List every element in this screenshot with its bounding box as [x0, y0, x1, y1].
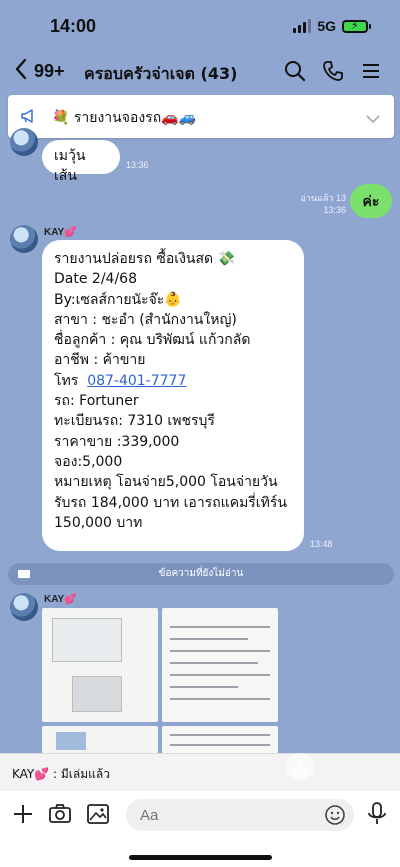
unread-divider-label: ข้อความที่ยังไม่อ่าน [158, 568, 244, 579]
network-label: 5G [317, 18, 336, 34]
message-input-wrapper [126, 799, 354, 831]
report-line: จอง:5,000 [54, 453, 123, 470]
id-card-image [52, 618, 122, 662]
tag-icon [18, 570, 30, 578]
sender-label: KAY [44, 227, 65, 238]
microphone-icon[interactable] [366, 801, 388, 831]
report-line: ราคาขาย :339,000 [54, 433, 180, 450]
message-text: ค่ะ [362, 194, 380, 210]
thumbnail-image [56, 732, 86, 750]
phone-call-icon[interactable] [322, 60, 346, 84]
document-line [170, 744, 270, 746]
last-message-preview[interactable]: KAY💕 : มีเล่มแล้ว [0, 753, 400, 791]
preview-sender: KAY [12, 767, 35, 781]
preview-text: KAY💕 : มีเล่มแล้ว [12, 765, 110, 784]
report-message-bubble[interactable]: รายงานปล่อยรถ ซื้อเงินสด 💸 Date 2/4/68 B… [42, 240, 304, 551]
report-line: รับรถ 184,000 บาท เอารถแคมรี่เทิร์น [54, 494, 287, 511]
emoji-icon[interactable] [324, 804, 346, 830]
preview-message: : มีเล่มแล้ว [49, 767, 110, 781]
heart-emoji: 💕 [64, 594, 77, 605]
document-line [170, 662, 258, 664]
document-line [170, 626, 270, 628]
report-line: อาชีพ : ค้าขาย [54, 352, 146, 369]
sender-label: KAY [44, 594, 65, 605]
document-line [170, 638, 248, 640]
chevron-down-icon[interactable] [366, 109, 380, 128]
message-text: เมวุ้นเส้น [54, 148, 86, 185]
report-line: ทะเบียนรถ: 7310 เพชรบุรี [54, 413, 215, 430]
report-line: รายงานปล่อยรถ ซื้อเงินสด 💸 [54, 251, 235, 267]
document-line [170, 686, 238, 688]
avatar[interactable] [10, 225, 38, 253]
sender-name: KAY💕 [44, 594, 77, 605]
avatar[interactable] [10, 593, 38, 621]
menu-icon[interactable] [360, 60, 384, 84]
message-time: 13:36 [126, 160, 149, 170]
report-line: หมายเหตุ โอนจ่าย5,000 โอนจ่ายวัน [54, 474, 278, 491]
announcement-text: 💐 รายงานจองรถ🚗🚙 [52, 110, 197, 126]
report-line: สาขา : ชะอำ (สำนักงานใหญ่) [54, 311, 237, 328]
search-icon[interactable] [284, 60, 308, 84]
camera-icon[interactable] [48, 803, 72, 829]
report-line: รถ: Fortuner [54, 393, 139, 410]
message-input[interactable] [140, 799, 320, 831]
back-icon[interactable] [14, 58, 28, 86]
chat-header: 99+ ครอบครัวจ่าเจต (43) [0, 54, 400, 90]
status-bar: 14:00 5G ⚡ [0, 0, 400, 54]
document-line [170, 650, 270, 652]
phone-line: โทร 087-401-7777 [54, 371, 292, 391]
phone-label: โทร [54, 372, 79, 389]
report-line: Date 2/4/68 [54, 271, 137, 288]
report-line: 150,000 บาท [54, 514, 143, 531]
my-message-bubble[interactable]: ค่ะ [350, 184, 392, 218]
document-line [170, 734, 270, 736]
card-back-image [72, 676, 122, 712]
avatar[interactable] [10, 128, 38, 156]
message-time: 13:36 [323, 204, 346, 215]
share-icon [294, 759, 306, 774]
chat-title[interactable]: ครอบครัวจ่าเจต (43) [84, 62, 237, 87]
read-label: อ่านแล้ว 13 [300, 193, 347, 203]
megaphone-icon [20, 107, 38, 129]
heart-emoji: 💕 [64, 227, 77, 238]
home-indicator [129, 855, 272, 860]
document-line [170, 698, 270, 700]
image-icon[interactable] [86, 803, 110, 829]
photo-attachment[interactable] [42, 608, 158, 722]
read-receipt: อ่านแล้ว 13 13:36 [290, 193, 347, 216]
sender-name: KAY💕 [44, 227, 77, 238]
plus-icon[interactable] [12, 803, 34, 829]
status-indicators: 5G ⚡ [293, 18, 371, 34]
signal-icon [293, 19, 312, 33]
phone-link[interactable]: 087-401-7777 [87, 373, 186, 389]
share-button[interactable] [286, 753, 314, 781]
photo-attachment[interactable] [162, 608, 278, 722]
document-line [170, 674, 270, 676]
unread-count[interactable]: 99+ [34, 61, 65, 82]
photo-attachment[interactable] [162, 726, 278, 754]
heart-emoji: 💕 [34, 767, 50, 781]
report-line: ชื่อลูกค้า : คุณ บริพัฒน์ แก้วกลัด [54, 332, 251, 349]
announcement-banner[interactable]: 💐 รายงานจองรถ🚗🚙 [8, 95, 394, 138]
battery-icon: ⚡ [342, 19, 371, 33]
message-bubble[interactable]: เมวุ้นเส้น [42, 140, 120, 184]
message-time: 13:48 [310, 539, 333, 549]
unread-divider: ข้อความที่ยังไม่อ่าน [8, 563, 394, 585]
report-line: By:เซลส์กายนัะจ๊ะ👶 [54, 291, 182, 308]
status-time: 14:00 [50, 16, 97, 36]
photo-attachment[interactable] [42, 726, 158, 754]
